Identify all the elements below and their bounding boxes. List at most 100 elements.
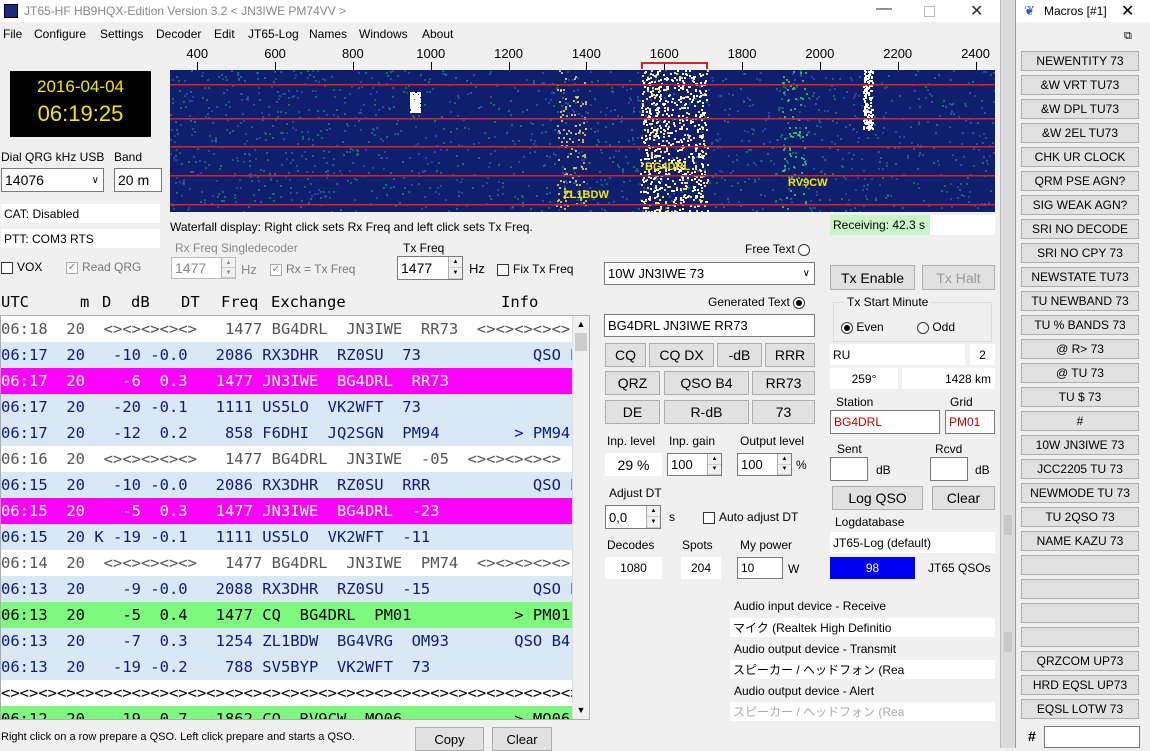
- menu-windows[interactable]: Windows: [359, 27, 408, 41]
- clear-list-button[interactable]: Clear: [492, 727, 552, 751]
- fix-tx-checkbox[interactable]: Fix Tx Freq: [497, 262, 573, 276]
- splitter-grip-lower[interactable]: [1004, 632, 1012, 652]
- copy-button[interactable]: Copy: [415, 727, 484, 751]
- macro-button[interactable]: &W DPL TU73: [1021, 99, 1139, 119]
- macro-button[interactable]: #: [1021, 411, 1139, 431]
- macro-button[interactable]: @ TU 73: [1021, 363, 1139, 383]
- macro-button[interactable]: EQSL LOTW 73: [1021, 699, 1139, 719]
- scroll-down-icon[interactable]: ▼: [573, 702, 589, 719]
- tx-enable-button[interactable]: Tx Enable: [830, 265, 915, 290]
- restore-icon[interactable]: ⧉: [1124, 30, 1132, 43]
- maximize-icon[interactable]: [924, 6, 935, 17]
- decode-row[interactable]: 06:14 20 <><><><><> 1477 BG4DRL JN3IWE P…: [1, 550, 573, 576]
- grid-field[interactable]: PM01: [945, 410, 995, 434]
- b73-button[interactable]: 73: [752, 400, 815, 424]
- macro-button[interactable]: SIG WEAK AGN?: [1021, 195, 1139, 215]
- scroll-up-icon[interactable]: ▲: [573, 316, 589, 333]
- adjust-dt-field[interactable]: 0,0 ▲ ▼: [605, 505, 661, 529]
- decode-row[interactable]: 06:18 20 <><><><><> 1477 BG4DRL JN3IWE R…: [1, 316, 573, 342]
- macro-button[interactable]: &W 2EL TU73: [1021, 123, 1139, 143]
- decode-row[interactable]: 06:17 20 -10 -0.0 2086 RX3DHR RZ0SU 73 Q…: [1, 342, 573, 368]
- macro-button[interactable]: @ R> 73: [1021, 339, 1139, 359]
- rcvd-field[interactable]: [930, 457, 968, 481]
- decode-row[interactable]: 06:13 20 -5 0.4 1477 CQ BG4DRL PM01 > PM…: [1, 602, 573, 628]
- decode-list[interactable]: 06:18 20 <><><><><> 1477 BG4DRL JN3IWE R…: [0, 315, 590, 720]
- scroll-thumb[interactable]: [575, 333, 587, 351]
- macro-button[interactable]: NAME KAZU 73: [1021, 531, 1139, 551]
- macro-input[interactable]: [1044, 726, 1140, 748]
- decode-scrollbar[interactable]: ▲ ▼: [572, 316, 589, 719]
- macro-button[interactable]: QRM PSE AGN?: [1021, 171, 1139, 191]
- inp-gain-field[interactable]: 100 ▲ ▼: [667, 453, 722, 476]
- close-icon[interactable]: ✕: [970, 1, 983, 21]
- odd-radio[interactable]: Odd: [917, 320, 955, 334]
- decode-row[interactable]: 06:13 20 -9 -0.0 2088 RX3DHR RZ0SU -15 Q…: [1, 576, 573, 602]
- generated-text-field[interactable]: BG4DRL JN3IWE RR73: [604, 314, 815, 337]
- even-radio[interactable]: Even: [841, 320, 884, 334]
- menu-configure[interactable]: Configure: [34, 27, 86, 41]
- macro-button[interactable]: NEWSTATE TU73: [1021, 267, 1139, 287]
- macro-button[interactable]: [1021, 627, 1139, 647]
- menu-file[interactable]: File: [3, 27, 22, 41]
- macro-button[interactable]: CHK UR CLOCK: [1021, 147, 1139, 167]
- auto-adjust-checkbox[interactable]: Auto adjust DT: [703, 510, 798, 524]
- decode-row[interactable]: 06:15 20 K -19 -0.1 1111 US5LO VK2WFT -1…: [1, 524, 573, 550]
- macro-button[interactable]: NEWENTITY 73: [1021, 51, 1139, 71]
- menu-decoder[interactable]: Decoder: [156, 27, 201, 41]
- decode-row[interactable]: 06:17 20 -6 0.3 1477 JN3IWE BG4DRL RR73: [1, 368, 573, 394]
- waterfall-display[interactable]: BG4DRLZL1BDWRV9CW: [170, 70, 995, 212]
- decode-row[interactable]: 06:15 20 -5 0.3 1477 JN3IWE BG4DRL -23: [1, 498, 573, 524]
- decode-row[interactable]: 06:16 20 <><><><><> 1477 BG4DRL JN3IWE -…: [1, 446, 573, 472]
- splitter-grip[interactable]: [1004, 515, 1012, 535]
- menu-jt65log[interactable]: JT65-Log: [248, 27, 299, 41]
- qso-b4-button[interactable]: QSO B4: [664, 371, 749, 395]
- free-text-label[interactable]: Free Text: [745, 242, 811, 256]
- cq-button[interactable]: CQ: [605, 343, 646, 367]
- macro-button[interactable]: SRI NO DECODE: [1021, 219, 1139, 239]
- minus-db-button[interactable]: -dB: [717, 343, 762, 367]
- de-button[interactable]: DE: [605, 400, 660, 424]
- minimize-icon[interactable]: —: [876, 0, 892, 18]
- log-qso-button[interactable]: Log QSO: [832, 486, 923, 510]
- macro-button[interactable]: TU 2QSO 73: [1021, 507, 1139, 527]
- clear-station-button[interactable]: Clear: [932, 486, 995, 510]
- output-level-field[interactable]: 100 ▲ ▼: [737, 453, 792, 476]
- qrz-button[interactable]: QRZ: [605, 371, 660, 395]
- macro-button[interactable]: [1021, 555, 1139, 575]
- macro-button[interactable]: TU $ 73: [1021, 387, 1139, 407]
- macro-button[interactable]: [1021, 603, 1139, 623]
- free-text-select[interactable]: 10W JN3IWE 73 ∨: [604, 262, 815, 285]
- r-db-button[interactable]: R-dB: [664, 400, 749, 424]
- band-field[interactable]: 20 m: [114, 168, 162, 192]
- free-text-radio[interactable]: [798, 243, 811, 256]
- decode-row[interactable]: 06:13 20 -7 0.3 1254 ZL1BDW BG4VRG OM93 …: [1, 628, 573, 654]
- macro-button[interactable]: QRZCOM UP73: [1021, 651, 1139, 671]
- decode-row[interactable]: 06:17 20 -20 -0.1 1111 US5LO VK2WFT 73: [1, 394, 573, 420]
- macro-button[interactable]: 10W JN3IWE 73: [1021, 435, 1139, 455]
- cqdx-button[interactable]: CQ DX: [649, 343, 714, 367]
- rr73-button[interactable]: RR73: [752, 371, 815, 395]
- decode-row[interactable]: 06:15 20 -10 -0.0 2086 RX3DHR RZ0SU RRR …: [1, 472, 573, 498]
- vox-checkbox[interactable]: VOX: [1, 260, 42, 274]
- decode-row[interactable]: 06:17 20 -12 0.2 858 F6DHI JQ2SGN PM94 >…: [1, 420, 573, 446]
- menu-about[interactable]: About: [422, 27, 453, 41]
- tx-halt-button[interactable]: Tx Halt: [922, 265, 995, 290]
- power-field[interactable]: 10: [737, 557, 783, 579]
- sent-field[interactable]: [830, 457, 868, 481]
- dial-select[interactable]: 14076 ∨: [1, 168, 104, 192]
- macro-button[interactable]: HRD EQSL UP73: [1021, 675, 1139, 695]
- macro-button[interactable]: SRI NO CPY 73: [1021, 243, 1139, 263]
- macro-button[interactable]: TU NEWBAND 73: [1021, 291, 1139, 311]
- rx-eq-tx-checkbox[interactable]: ✓ Rx = Tx Freq: [270, 262, 355, 276]
- generated-text-radio[interactable]: [793, 296, 806, 309]
- txfreq-field[interactable]: 1477 ▲ ▼: [397, 256, 463, 280]
- macro-button[interactable]: [1021, 579, 1139, 599]
- menu-names[interactable]: Names: [309, 27, 347, 41]
- decode-row[interactable]: 06:12 20 -19 0.7 1862 CQ RV9CW MO06 > MO…: [1, 706, 573, 719]
- macro-button[interactable]: TU % BANDS 73: [1021, 315, 1139, 335]
- menu-settings[interactable]: Settings: [100, 27, 143, 41]
- station-field[interactable]: BG4DRL: [830, 410, 940, 434]
- macro-button[interactable]: JCC2205 TU 73: [1021, 459, 1139, 479]
- macro-button[interactable]: NEWMODE TU 73: [1021, 483, 1139, 503]
- menu-edit[interactable]: Edit: [214, 27, 235, 41]
